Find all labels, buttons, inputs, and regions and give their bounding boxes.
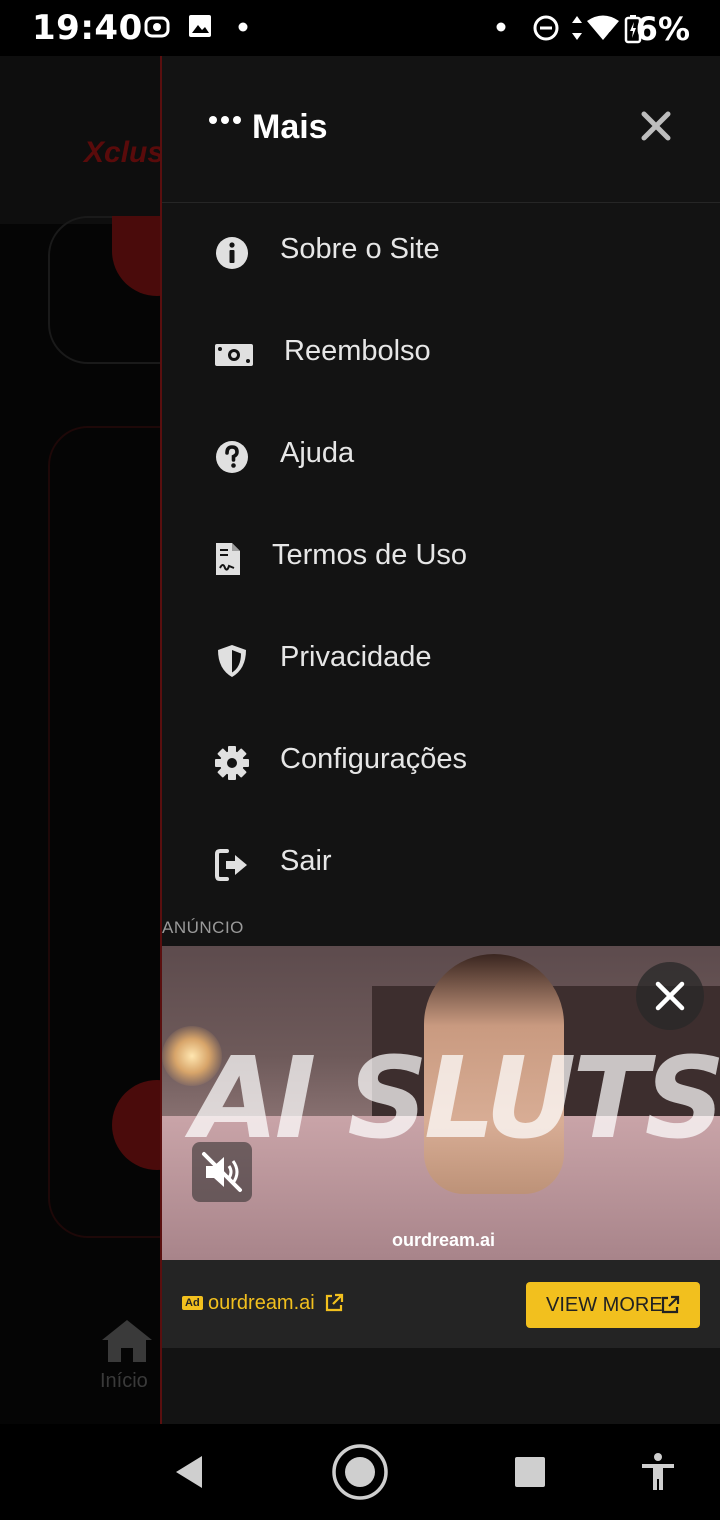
menu-item-label: Ajuda <box>280 437 355 469</box>
image-icon <box>189 15 211 37</box>
gear-icon <box>215 746 249 780</box>
do-not-disturb-icon <box>533 15 559 41</box>
background-header: Xclus <box>0 56 165 224</box>
ad-section-label: ANÚNCIO <box>162 918 244 937</box>
menu-item-termos-de-uso[interactable]: Termos de Uso <box>162 508 720 610</box>
status-time: 19:40 <box>32 8 143 48</box>
external-link-icon <box>661 1295 680 1314</box>
screen-record-icon <box>144 16 170 38</box>
external-link-icon <box>325 1293 344 1312</box>
drawer-title: Mais <box>252 108 328 146</box>
menu-item-configuracoes[interactable]: Configurações <box>162 712 720 814</box>
system-navigation-bar <box>0 1424 720 1520</box>
nav-home-label: Início <box>100 1370 148 1392</box>
recents-icon[interactable] <box>514 1456 546 1488</box>
shield-icon <box>218 645 246 677</box>
dot-icon <box>496 22 506 32</box>
menu-item-privacidade[interactable]: Privacidade <box>162 610 720 712</box>
home-button-icon[interactable] <box>330 1442 390 1502</box>
ellipsis-icon <box>209 116 241 124</box>
accessibility-icon[interactable] <box>640 1452 676 1492</box>
wifi-icon: 4 <box>587 15 619 42</box>
status-bar: 19:40 4 6% <box>0 0 720 56</box>
menu-item-label: Reembolso <box>284 335 431 367</box>
battery-percentage: 6% <box>635 10 690 48</box>
menu-item-label: Configurações <box>280 743 467 775</box>
ad-mute-button[interactable] <box>192 1142 252 1202</box>
file-contract-icon <box>216 543 240 575</box>
info-icon <box>216 237 248 269</box>
menu-item-reembolso[interactable]: Reembolso <box>162 304 720 406</box>
close-icon[interactable] <box>638 108 674 144</box>
menu-item-label: Privacidade <box>280 641 432 673</box>
menu-item-label: Sair <box>280 845 332 877</box>
close-icon <box>655 981 685 1011</box>
ad-watermark: ourdream.ai <box>392 1230 496 1250</box>
svg-text:4: 4 <box>606 31 612 42</box>
menu-item-sair[interactable]: Sair <box>162 814 720 916</box>
sign-out-icon <box>215 849 247 881</box>
drawer-header: Mais <box>162 56 720 203</box>
menu-item-label: Termos de Uso <box>272 539 468 571</box>
ad-footer: Ad ourdream.ai VIEW MORE <box>162 1260 720 1348</box>
notification-dot-icon <box>238 22 248 32</box>
menu-item-ajuda[interactable]: Ajuda <box>162 406 720 508</box>
ad-badge: Ad <box>182 1296 203 1310</box>
question-icon <box>216 441 248 473</box>
view-more-button[interactable]: VIEW MORE <box>526 1282 700 1328</box>
menu-item-label: Sobre o Site <box>280 233 440 265</box>
menu-item-sobre-o-site[interactable]: Sobre o Site <box>162 202 720 304</box>
ad-domain-link[interactable]: ourdream.ai <box>208 1292 315 1315</box>
background-app: Xclus Início <box>0 56 252 1424</box>
view-more-label: VIEW MORE <box>546 1294 663 1316</box>
volume-mute-icon <box>202 1152 242 1192</box>
background-logo: Xclus <box>84 136 165 169</box>
home-icon <box>102 1320 152 1362</box>
back-icon[interactable] <box>172 1454 206 1490</box>
data-arrows-icon <box>572 16 582 40</box>
ad-brand-text: AI SLUTS <box>192 1034 720 1164</box>
ad-banner-image[interactable]: AI SLUTS ourdream.ai <box>162 946 720 1260</box>
money-bill-icon <box>215 344 253 366</box>
ad-close-button[interactable] <box>636 962 704 1030</box>
